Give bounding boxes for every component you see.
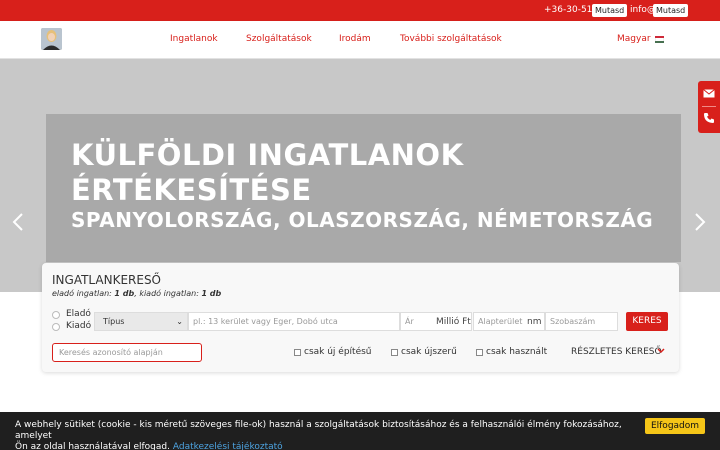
main-navigation: Ingatlanok Szolgáltatások Irodám További… bbox=[0, 21, 720, 59]
checkbox-like-new-label: csak újszerű bbox=[401, 347, 457, 357]
hero-subtitle: SPANYOLORSZÁG, OLASZORSZÁG, NÉMETORSZÁG bbox=[71, 208, 654, 232]
search-button[interactable]: KERES bbox=[626, 312, 668, 331]
property-type-value: Típus bbox=[103, 317, 125, 326]
checkbox-used-label: csak használt bbox=[486, 347, 548, 357]
nav-item-tovabbi-szolgaltatasok[interactable]: További szolgáltatások bbox=[400, 34, 502, 44]
phone-number: +36-30-514 bbox=[544, 5, 599, 15]
rooms-input[interactable]: Szobaszám bbox=[545, 312, 618, 331]
cookie-text-line2: Ön az oldal használatával elfogad. bbox=[15, 442, 170, 450]
radio-rent[interactable] bbox=[52, 323, 60, 331]
nav-item-szolgaltatasok[interactable]: Szolgáltatások bbox=[246, 34, 312, 44]
radio-sale[interactable] bbox=[52, 311, 60, 319]
detailed-search-toggle[interactable]: RÉSZLETES KERESŐ bbox=[571, 347, 662, 357]
cookie-accept-button[interactable]: Elfogadom bbox=[645, 418, 705, 434]
area-unit: nm bbox=[527, 317, 542, 327]
rent-count-label: , kiadó ingatlan: bbox=[134, 289, 199, 298]
checkbox-used[interactable] bbox=[476, 349, 483, 356]
sale-count-label: eladó ingatlan: bbox=[52, 289, 112, 298]
show-email-button[interactable]: Mutasd bbox=[653, 4, 689, 17]
language-selector[interactable]: Magyar bbox=[617, 34, 651, 44]
location-input[interactable]: pl.: 13 kerület vagy Eger, Dobó utca bbox=[188, 312, 400, 331]
id-search-input[interactable]: Keresés azonosító alapján bbox=[52, 343, 202, 362]
agent-avatar[interactable] bbox=[41, 28, 62, 50]
email-address: info@ bbox=[630, 5, 656, 15]
listing-counts: eladó ingatlan: 1 db, kiadó ingatlan: 1 … bbox=[52, 289, 221, 298]
hungarian-flag-icon bbox=[655, 36, 664, 43]
chevron-left-icon[interactable] bbox=[12, 212, 24, 238]
sale-count: 1 db bbox=[114, 289, 135, 298]
nav-item-irodam[interactable]: Irodám bbox=[339, 34, 371, 44]
chevron-down-icon: ⌄ bbox=[176, 317, 183, 326]
cookie-text-line1: A webhely sütiket (cookie - kis méretű s… bbox=[15, 420, 622, 441]
envelope-icon[interactable] bbox=[703, 89, 715, 98]
rent-count: 1 db bbox=[201, 289, 222, 298]
show-phone-button[interactable]: Mutasd bbox=[592, 4, 628, 17]
chevron-down-icon[interactable] bbox=[657, 347, 665, 358]
property-type-select[interactable]: Típus ⌄ bbox=[94, 312, 188, 331]
hero-title: KÜLFÖLDI INGATLANOK ÉRTÉKESÍTÉSE bbox=[71, 138, 464, 207]
top-contact-bar: +36-30-514 Mutasd info@ Mutasd bbox=[0, 0, 720, 21]
radio-rent-label: Kiadó bbox=[66, 321, 92, 331]
phone-icon[interactable] bbox=[703, 112, 715, 124]
price-unit: Millió Ft bbox=[436, 317, 471, 327]
radio-sale-label: Eladó bbox=[66, 309, 91, 319]
privacy-policy-link[interactable]: Adatkezelési tájékoztató bbox=[173, 442, 283, 450]
search-title: INGATLANKERESŐ bbox=[52, 273, 162, 287]
checkbox-like-new[interactable] bbox=[391, 349, 398, 356]
cookie-text: A webhely sütiket (cookie - kis méretű s… bbox=[15, 420, 645, 450]
checkbox-new-build[interactable] bbox=[294, 349, 301, 356]
nav-item-ingatlanok[interactable]: Ingatlanok bbox=[170, 34, 218, 44]
side-tabs-divider bbox=[702, 106, 716, 107]
chevron-right-icon[interactable] bbox=[694, 212, 706, 238]
side-contact-tabs bbox=[698, 81, 720, 133]
checkbox-new-build-label: csak új építésű bbox=[304, 347, 372, 357]
